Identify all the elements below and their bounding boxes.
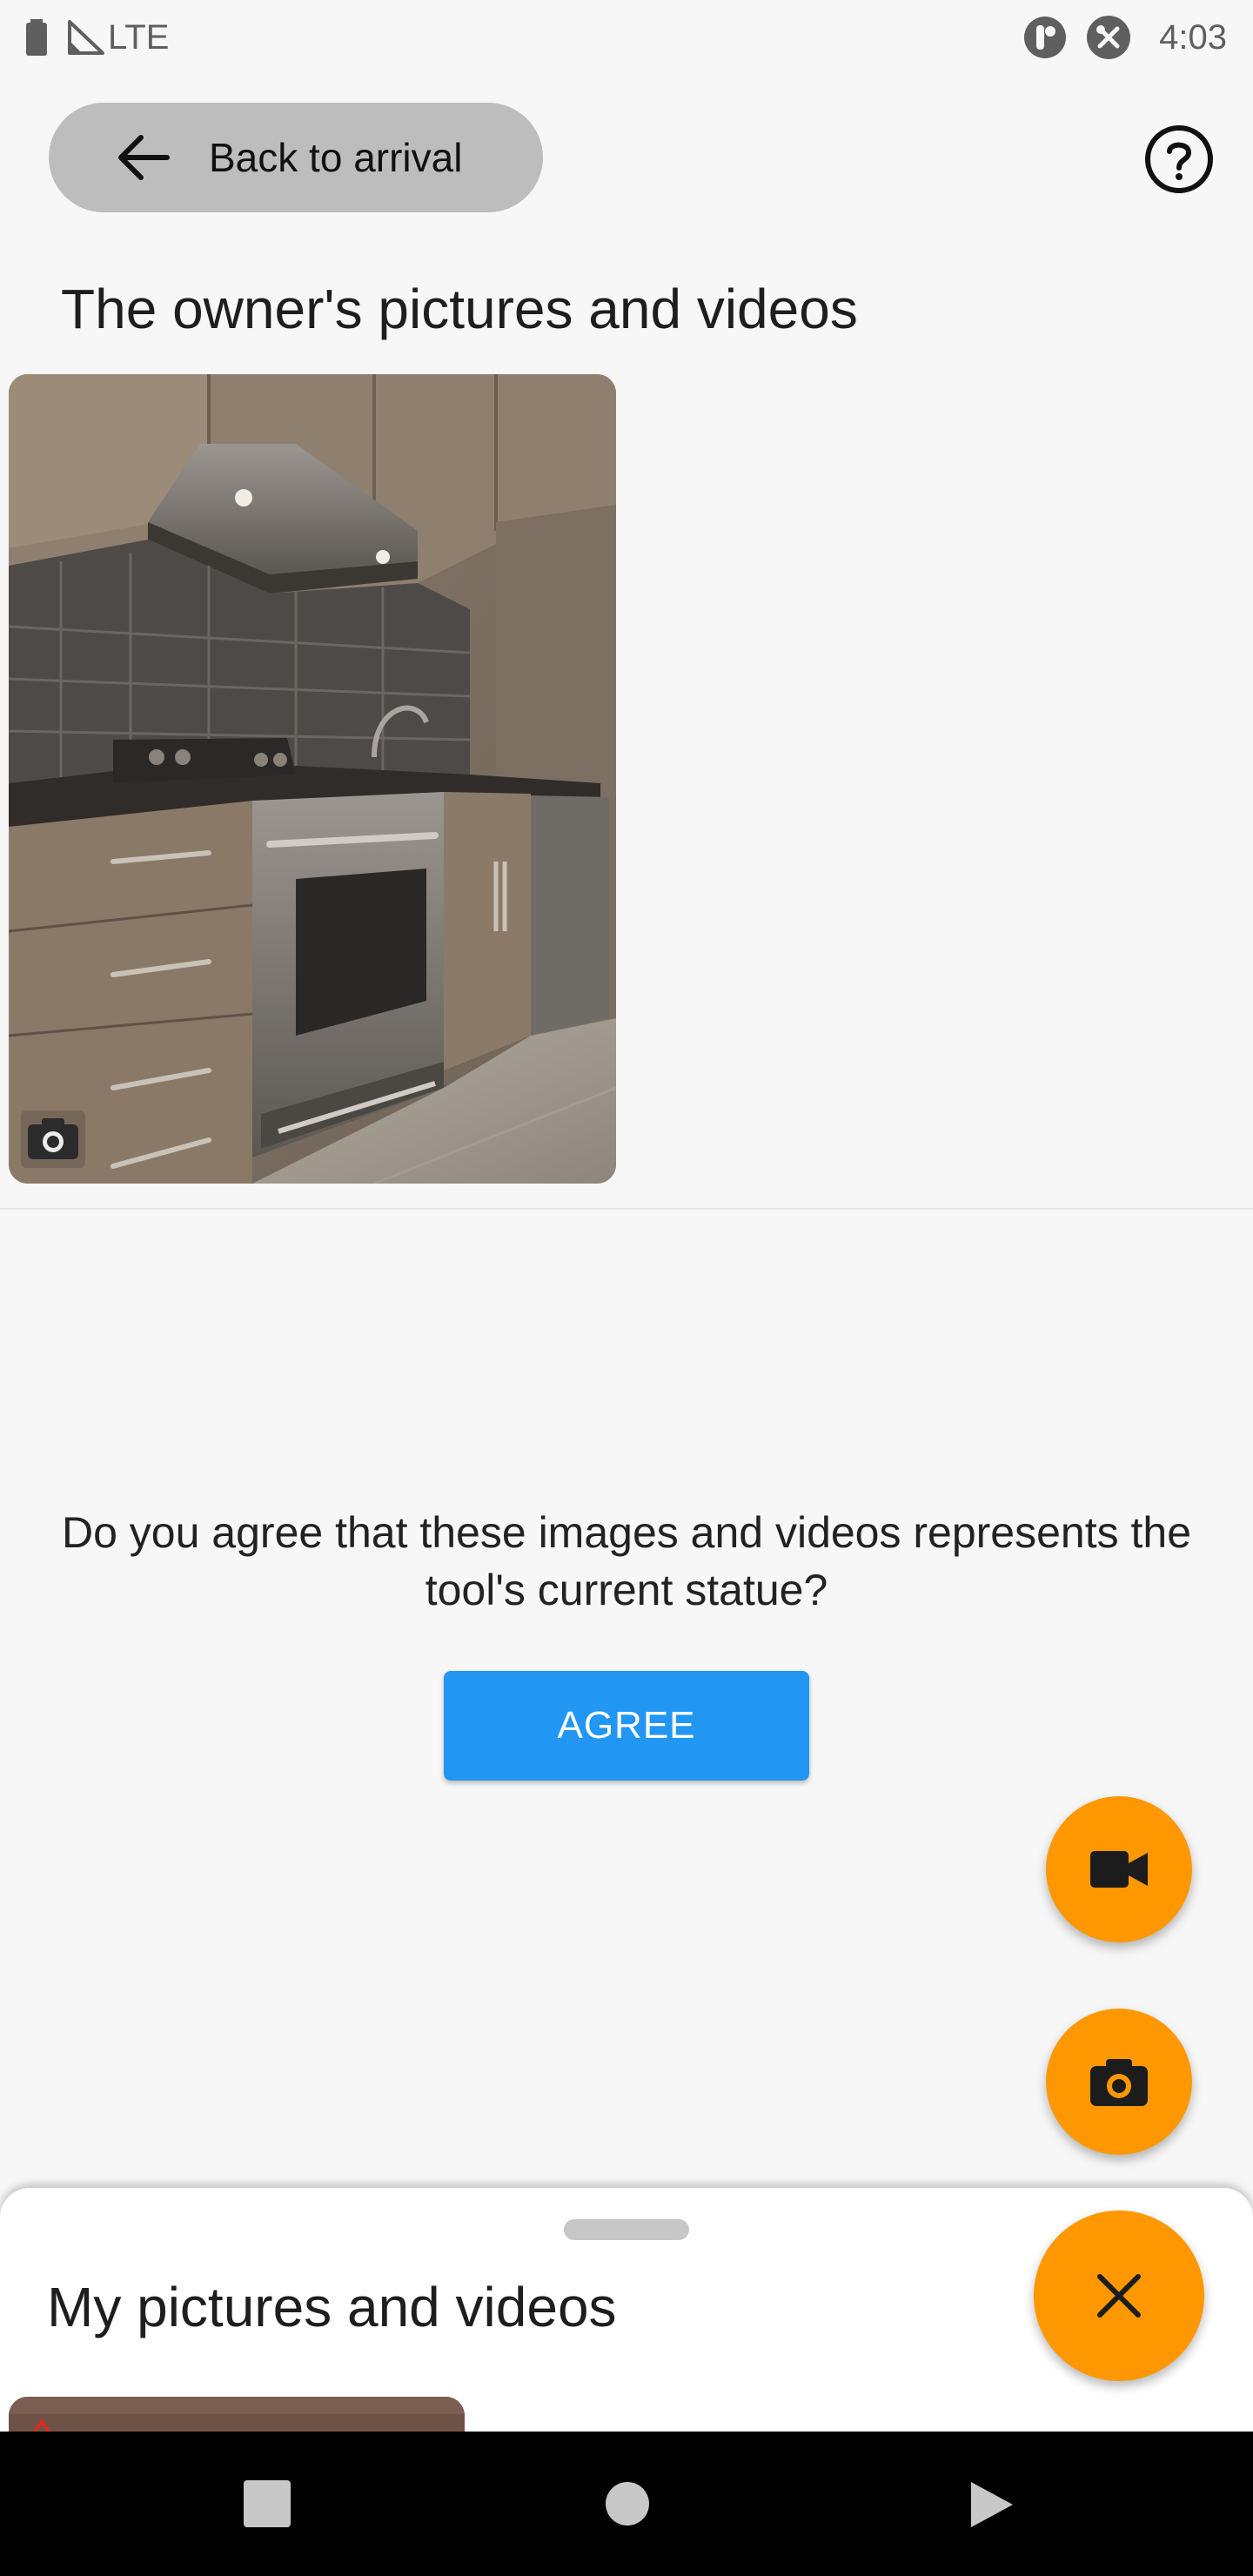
network-type: LTE	[108, 17, 170, 57]
clock: 4:03	[1159, 17, 1227, 57]
signal-icon	[68, 20, 104, 55]
record-video-fab[interactable]	[1046, 1796, 1192, 1942]
help-circle-icon	[1145, 125, 1213, 193]
camera-icon	[21, 1110, 85, 1168]
back-nav-button[interactable]	[968, 2480, 1016, 2529]
recent-apps-button[interactable]	[244, 2480, 291, 2527]
owner-photo-thumbnail[interactable]	[9, 374, 616, 1184]
sheet-drag-handle[interactable]	[564, 2219, 689, 2240]
back-to-arrival-button[interactable]: Back to arrival	[49, 103, 543, 212]
close-fab[interactable]	[1034, 2210, 1204, 2381]
my-media-thumbnail[interactable]	[9, 2397, 465, 2432]
my-media-title: My pictures and videos	[47, 2276, 617, 2338]
videocam-icon	[1090, 1851, 1148, 1888]
my-photo-preview	[9, 2397, 465, 2432]
status-left: LTE	[26, 18, 169, 57]
camera-icon	[1090, 2059, 1148, 2106]
close-icon	[1097, 2274, 1141, 2318]
arrow-left-icon	[118, 135, 170, 180]
battery-icon	[26, 19, 47, 56]
take-photo-fab[interactable]	[1046, 2009, 1192, 2155]
owner-media-title: The owner's pictures and videos	[61, 278, 858, 340]
network-indicator: LTE	[68, 18, 169, 57]
back-button-label: Back to arrival	[209, 135, 463, 180]
photo-type-badge	[21, 1110, 85, 1168]
app-notification-icon	[1024, 17, 1067, 58]
home-button[interactable]	[606, 2482, 649, 2526]
help-button[interactable]	[1143, 124, 1215, 195]
status-right: 4:03	[1023, 15, 1227, 60]
agree-button[interactable]: AGREE	[444, 1671, 809, 1781]
back-triangle-icon	[971, 2482, 1013, 2527]
tools-notification-icon	[1087, 16, 1131, 59]
system-nav-bar	[0, 2432, 1253, 2576]
agree-question: Do you agree that these images and video…	[61, 1508, 1192, 1614]
kitchen-photo	[9, 374, 616, 1184]
status-bar: LTE 4:03	[0, 0, 1253, 75]
section-divider	[0, 1208, 1253, 1210]
